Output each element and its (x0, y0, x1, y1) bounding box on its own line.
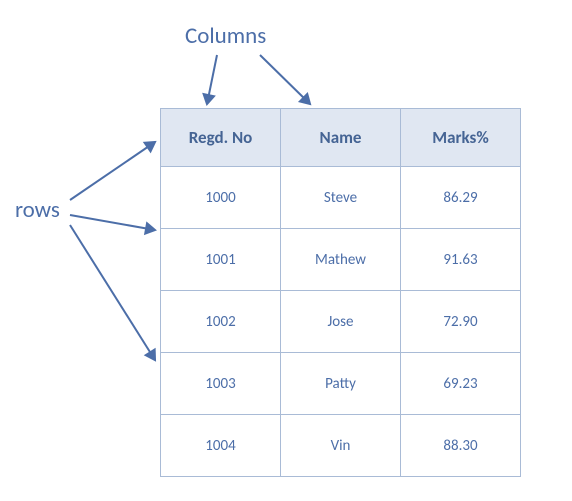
cell-name: Vin (281, 415, 401, 477)
columns-arrow-2 (260, 55, 310, 104)
cell-name: Mathew (281, 229, 401, 291)
rows-arrow-3 (70, 225, 155, 360)
data-table: Regd. No Name Marks% 1000 Steve 86.29 10… (160, 108, 521, 477)
columns-arrow-1 (207, 55, 217, 104)
table-row: 1002 Jose 72.90 (161, 291, 521, 353)
table-row: 1003 Patty 69.23 (161, 353, 521, 415)
cell-regd-no: 1003 (161, 353, 281, 415)
rows-arrow-1 (70, 142, 155, 200)
table-header-row: Regd. No Name Marks% (161, 109, 521, 167)
col-header-name: Name (281, 109, 401, 167)
cell-marks: 88.30 (401, 415, 521, 477)
cell-marks: 86.29 (401, 167, 521, 229)
rows-label: rows (15, 196, 60, 224)
cell-name: Jose (281, 291, 401, 353)
cell-regd-no: 1004 (161, 415, 281, 477)
cell-name: Steve (281, 167, 401, 229)
cell-regd-no: 1001 (161, 229, 281, 291)
table-row: 1000 Steve 86.29 (161, 167, 521, 229)
cell-regd-no: 1000 (161, 167, 281, 229)
table-row: 1004 Vin 88.30 (161, 415, 521, 477)
table-row: 1001 Mathew 91.63 (161, 229, 521, 291)
cell-regd-no: 1002 (161, 291, 281, 353)
cell-marks: 69.23 (401, 353, 521, 415)
data-table-container: Regd. No Name Marks% 1000 Steve 86.29 10… (160, 108, 521, 477)
cell-marks: 72.90 (401, 291, 521, 353)
cell-name: Patty (281, 353, 401, 415)
columns-label: Columns (185, 22, 266, 50)
cell-marks: 91.63 (401, 229, 521, 291)
col-header-regd-no: Regd. No (161, 109, 281, 167)
col-header-marks: Marks% (401, 109, 521, 167)
rows-arrow-2 (70, 215, 155, 230)
